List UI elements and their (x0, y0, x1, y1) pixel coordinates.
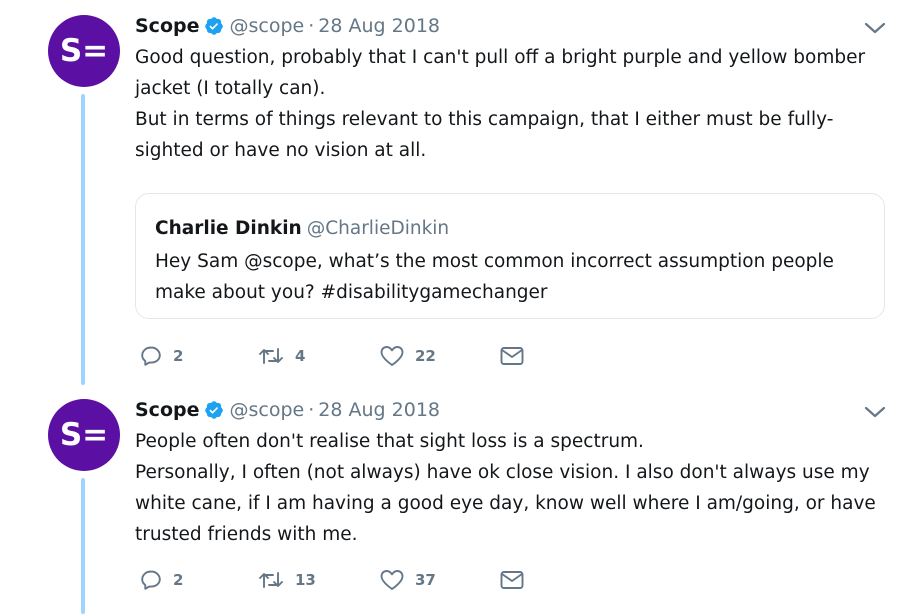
chevron-down-icon[interactable] (862, 402, 888, 422)
quoted-tweet[interactable]: Charlie Dinkin @CharlieDinkin Hey Sam @sc… (135, 193, 885, 319)
like-button[interactable]: 37 (379, 567, 436, 593)
quoted-tweet-text: Hey Sam @scope, what’s the most common i… (155, 251, 834, 303)
author-handle[interactable]: @scope (230, 13, 305, 39)
like-count: 37 (415, 571, 436, 589)
direct-message-button[interactable] (499, 343, 525, 369)
heart-icon (380, 346, 404, 366)
header-separator: · (308, 15, 315, 37)
reply-count: 2 (173, 571, 184, 589)
retweet-button[interactable]: 4 (257, 343, 305, 369)
envelope-icon (500, 571, 524, 589)
retweet-icon (259, 348, 283, 364)
avatar[interactable]: S= (48, 15, 120, 87)
verified-badge-icon (204, 400, 224, 420)
retweet-icon (259, 572, 283, 588)
envelope-icon (500, 347, 524, 365)
retweet-count: 4 (295, 347, 306, 365)
thread-line (81, 94, 85, 385)
like-count: 22 (415, 347, 436, 365)
tweet-actions: 2 4 22 (135, 343, 555, 369)
reply-button[interactable]: 2 (139, 567, 183, 593)
reply-icon (141, 346, 161, 366)
verified-badge-icon (204, 16, 224, 36)
avatar-logo-text: S= (59, 417, 109, 453)
thread-line (81, 478, 85, 614)
tweet-paragraph: Personally, I often (not always) have ok… (135, 462, 876, 545)
tweet-text: Good question, probably that I can't pul… (135, 42, 880, 166)
tweet-header: Scope @scope · 28 Aug 2018 (135, 13, 440, 39)
avatar-logo-text: S= (59, 33, 109, 69)
header-separator: · (308, 399, 315, 421)
quoted-author-handle: @CharlieDinkin (306, 218, 450, 239)
direct-message-button[interactable] (499, 567, 525, 593)
reply-count: 2 (173, 347, 184, 365)
retweet-button[interactable]: 13 (257, 567, 316, 593)
quoted-author-name: Charlie Dinkin (155, 218, 302, 239)
tweet-date[interactable]: 28 Aug 2018 (318, 397, 440, 423)
tweet-date[interactable]: 28 Aug 2018 (318, 13, 440, 39)
tweet-paragraph: But in terms of things relevant to this … (135, 109, 834, 161)
author-name[interactable]: Scope (135, 13, 200, 39)
quoted-tweet-header: Charlie Dinkin @CharlieDinkin (155, 216, 449, 242)
tweet-2[interactable]: S= Scope @scope · 28 Aug 2018 People oft… (0, 385, 921, 614)
tweet-text: People often don't realise that sight lo… (135, 426, 880, 550)
like-button[interactable]: 22 (379, 343, 436, 369)
tweet-paragraph: People often don't realise that sight lo… (135, 431, 644, 452)
author-handle[interactable]: @scope (230, 397, 305, 423)
reply-icon (141, 570, 161, 590)
retweet-count: 13 (295, 571, 316, 589)
tweet-1[interactable]: S= Scope @scope · 28 Aug 2018 Good quest… (0, 0, 921, 385)
avatar[interactable]: S= (48, 399, 120, 471)
tweet-header: Scope @scope · 28 Aug 2018 (135, 397, 440, 423)
reply-button[interactable]: 2 (139, 343, 183, 369)
chevron-down-icon[interactable] (862, 18, 888, 38)
heart-icon (380, 570, 404, 590)
tweet-actions: 2 13 37 (135, 567, 555, 593)
tweet-paragraph: Good question, probably that I can't pul… (135, 47, 866, 99)
author-name[interactable]: Scope (135, 397, 200, 423)
